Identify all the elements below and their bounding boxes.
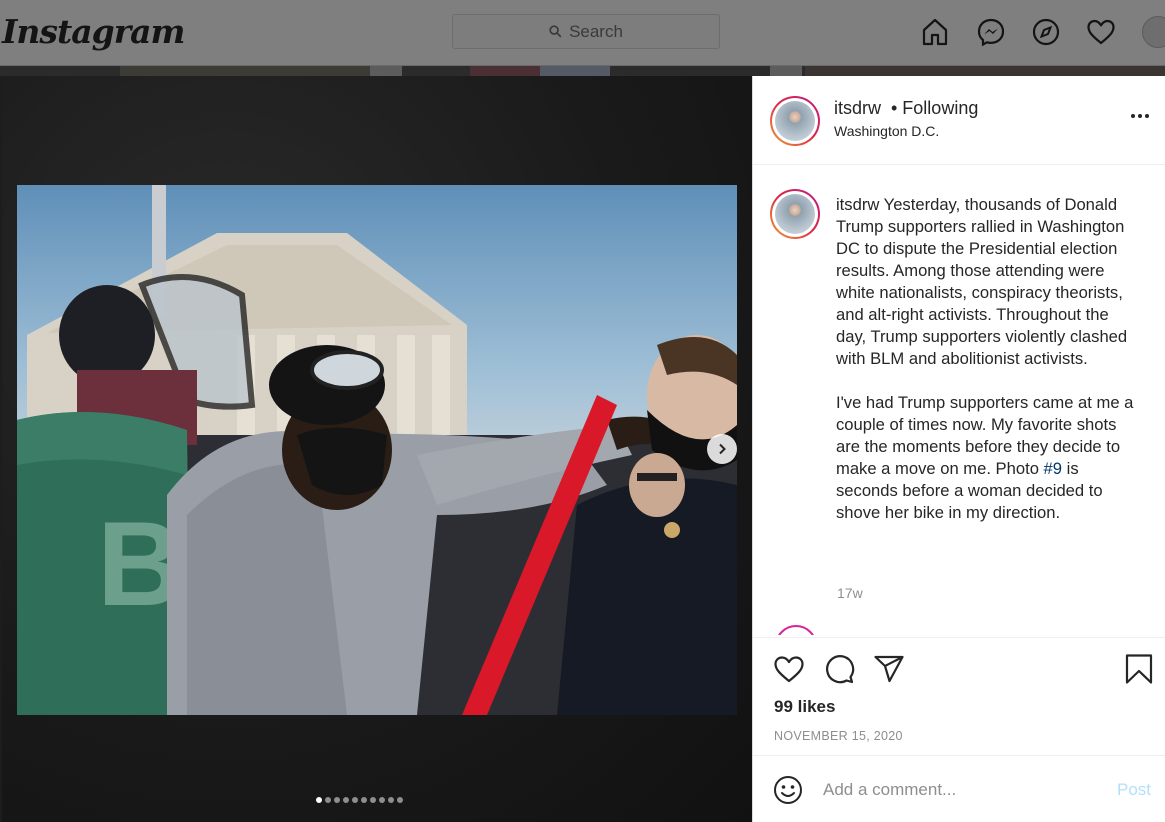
post-actions: 99 likes NOVEMBER 15, 2020	[753, 637, 1165, 755]
author-avatar[interactable]	[770, 96, 820, 146]
carousel-dot[interactable]	[370, 797, 376, 803]
carousel-next-button[interactable]	[707, 434, 737, 464]
carousel-dot[interactable]	[388, 797, 394, 803]
comment-input[interactable]	[823, 774, 1103, 806]
explore-icon[interactable]	[1031, 17, 1061, 47]
home-icon[interactable]	[920, 17, 950, 47]
caption-paragraph-2-start: I've had Trump supporters came at me a c…	[836, 393, 1134, 478]
carousel-dot[interactable]	[397, 797, 403, 803]
post-location[interactable]: Washington D.C.	[834, 123, 939, 139]
carousel-dot[interactable]	[343, 797, 349, 803]
more-options-icon[interactable]	[1131, 114, 1149, 118]
next-comment-avatar	[775, 625, 817, 635]
caption-age: 17w	[837, 585, 863, 601]
like-heart-icon[interactable]	[773, 653, 805, 685]
share-send-icon[interactable]	[873, 653, 905, 685]
post-comment-button[interactable]: Post	[1117, 780, 1151, 800]
carousel-dot[interactable]	[316, 797, 322, 803]
save-bookmark-icon[interactable]	[1123, 653, 1155, 685]
activity-heart-icon[interactable]	[1086, 17, 1116, 47]
caption-paragraph-1: Yesterday, thousands of Donald Trump sup…	[836, 195, 1128, 368]
carousel-dot[interactable]	[334, 797, 340, 803]
following-status[interactable]: • Following	[891, 98, 978, 119]
protest-photo-illustration: B	[17, 185, 737, 715]
feed-background-strip	[0, 66, 1165, 76]
add-comment-bar: Post	[753, 755, 1165, 822]
search-placeholder: Search	[569, 21, 623, 41]
comment-bubble-icon[interactable]	[823, 653, 855, 685]
carousel-dot[interactable]	[325, 797, 331, 803]
messenger-icon[interactable]	[976, 17, 1006, 47]
caption-author-avatar[interactable]	[770, 189, 820, 239]
post-photo[interactable]: B	[17, 185, 737, 715]
carousel-dot[interactable]	[379, 797, 385, 803]
post-media-panel: B	[2, 76, 752, 822]
post-caption: itsdrw Yesterday, thousands of Donald Tr…	[836, 194, 1141, 546]
chevron-right-icon	[719, 443, 726, 455]
carousel-dots	[316, 797, 403, 803]
profile-avatar[interactable]	[1142, 16, 1165, 48]
post-date: NOVEMBER 15, 2020	[774, 729, 903, 743]
hashtag-link[interactable]: #9	[1044, 459, 1062, 478]
carousel-dot[interactable]	[352, 797, 358, 803]
search-icon	[549, 25, 562, 38]
top-navigation-bar: Instagram Search	[0, 0, 1165, 66]
carousel-dot[interactable]	[361, 797, 367, 803]
author-username[interactable]: itsdrw	[834, 98, 881, 119]
instagram-logo[interactable]: Instagram	[2, 12, 185, 51]
likes-count[interactable]: 99 likes	[774, 697, 835, 717]
search-box[interactable]: Search	[452, 14, 720, 49]
emoji-icon[interactable]	[773, 775, 803, 805]
post-details-panel: itsdrw • Following Washington D.C. itsdr…	[752, 76, 1165, 822]
caption-username[interactable]: itsdrw	[836, 195, 879, 214]
post-header: itsdrw • Following Washington D.C.	[753, 76, 1165, 165]
